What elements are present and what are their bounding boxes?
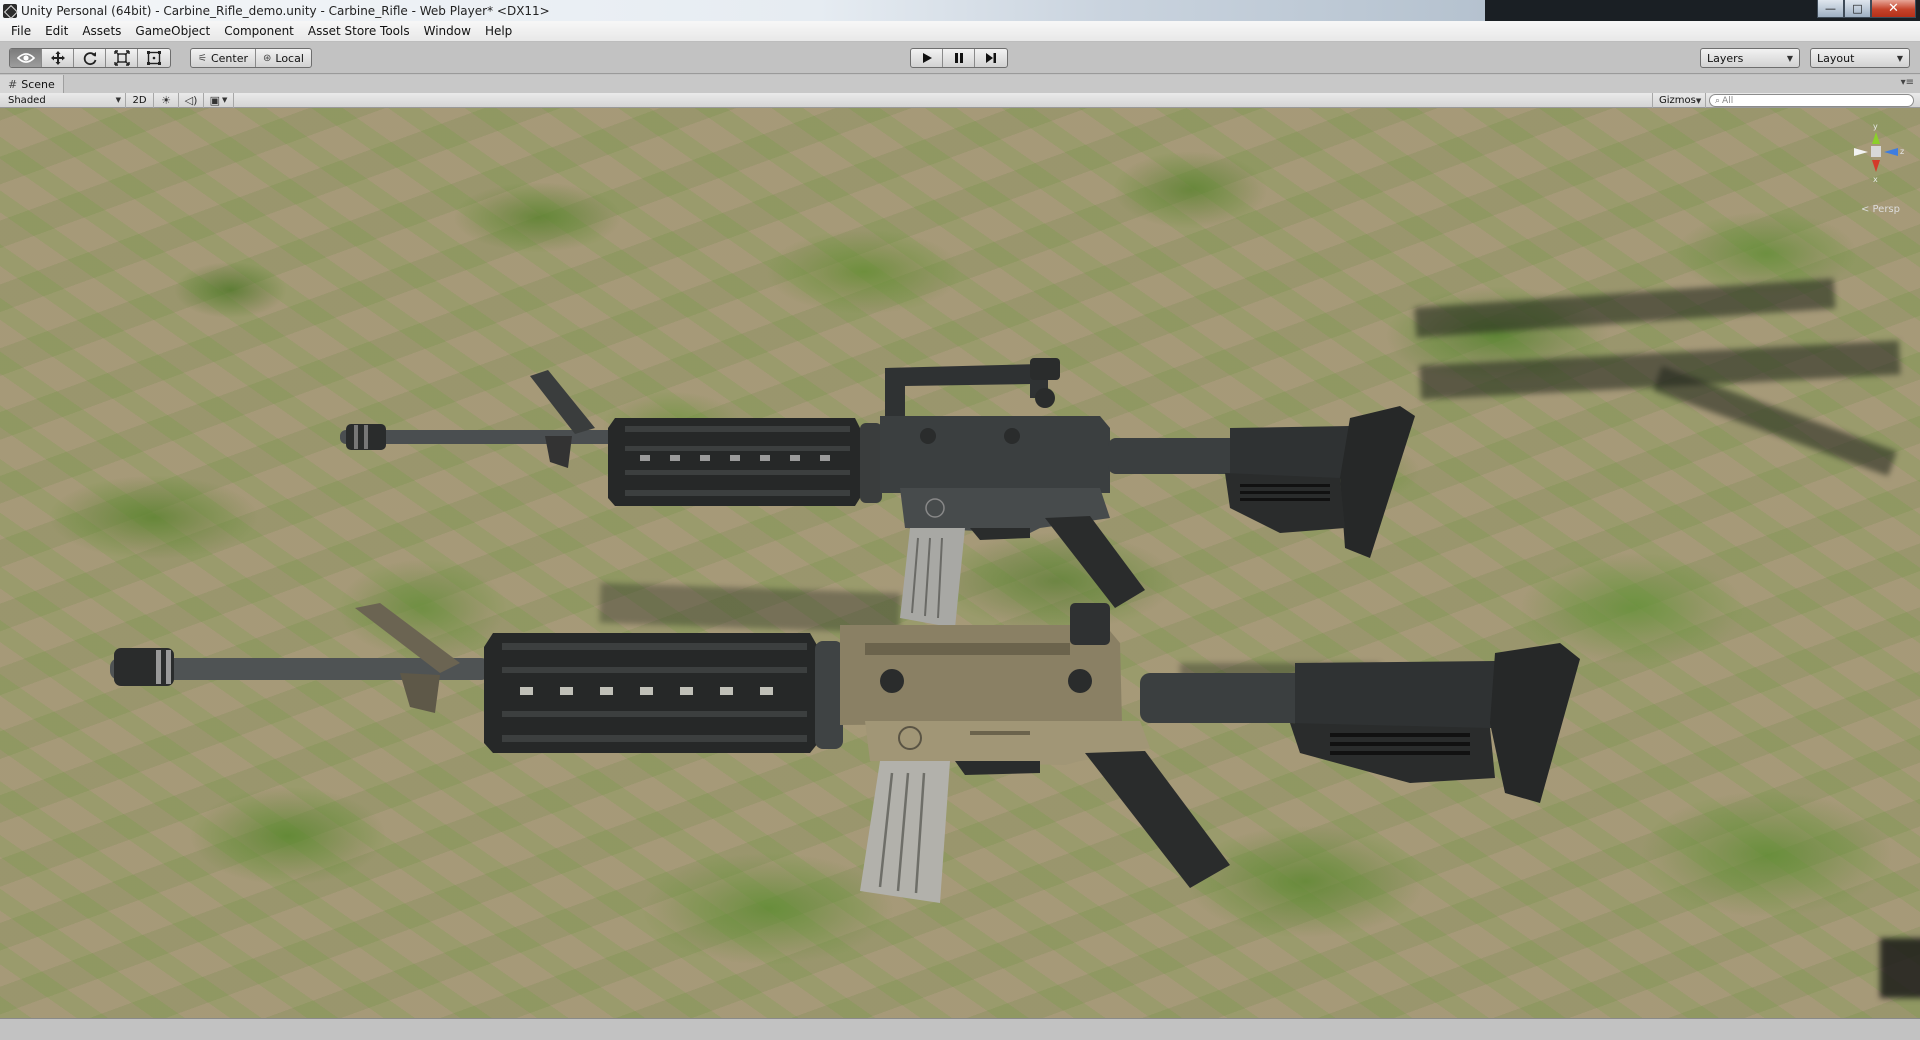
- speaker-icon: ◁): [184, 93, 198, 107]
- pivot-controls: ⚟ Center ⊛ Local: [190, 48, 312, 68]
- chevron-down-icon: ▼: [222, 96, 228, 104]
- axis-neg-x-cone[interactable]: [1854, 148, 1868, 156]
- window-controls: — □ ✕: [1817, 0, 1916, 19]
- tan-carbine-rifle-model[interactable]: [110, 603, 1710, 1018]
- main-toolbar: ⚟ Center ⊛ Local Layers ▼ Layout ▼: [0, 42, 1920, 74]
- center-cube[interactable]: [1871, 146, 1881, 157]
- minimize-button[interactable]: —: [1817, 0, 1844, 18]
- tab-scene[interactable]: # Scene: [0, 75, 64, 93]
- axis-z-label: z: [1900, 147, 1904, 156]
- title-area: Unity Personal (64bit) - Carbine_Rifle_d…: [0, 0, 1485, 21]
- layout-dropdown[interactable]: Layout ▼: [1810, 48, 1910, 68]
- pause-button[interactable]: [943, 49, 975, 67]
- scene-control-bar: Shaded ▼ 2D ☀ ◁) ▣ ▼ Gizmos ▼ ⌕ All: [0, 92, 1920, 108]
- scene-search-placeholder: All: [1722, 95, 1734, 106]
- shadow-decoration: [1880, 938, 1920, 998]
- chevron-down-icon: ▼: [1896, 53, 1903, 63]
- chevron-down-icon: ▼: [115, 96, 121, 104]
- axis-x-label: x: [1873, 175, 1878, 184]
- tab-menu-icon[interactable]: ▾≡: [1901, 77, 1914, 88]
- chevron-down-icon: ▼: [1786, 53, 1793, 63]
- unity-logo-icon: [3, 3, 17, 18]
- axis-x-cone[interactable]: [1872, 160, 1880, 172]
- menu-bar: File Edit Assets GameObject Component As…: [0, 21, 1920, 42]
- axis-y-cone[interactable]: [1872, 132, 1880, 144]
- menu-component[interactable]: Component: [217, 24, 301, 38]
- layers-dropdown[interactable]: Layers ▼: [1700, 48, 1800, 68]
- layout-label: Layout: [1817, 51, 1855, 65]
- toggle-2d-button[interactable]: 2D: [126, 92, 154, 108]
- rect-icon: [147, 51, 161, 65]
- move-tool-button[interactable]: [42, 49, 74, 67]
- audio-toggle-button[interactable]: ◁): [179, 92, 204, 108]
- rotate-tool-button[interactable]: [74, 49, 106, 67]
- window-title-bar: Unity Personal (64bit) - Carbine_Rifle_d…: [0, 0, 1920, 21]
- maximize-button[interactable]: □: [1844, 0, 1871, 18]
- draw-mode-dropdown[interactable]: Shaded ▼: [0, 92, 126, 108]
- transform-tools: [9, 48, 171, 68]
- projection-label[interactable]: < Persp: [1861, 204, 1900, 215]
- play-button[interactable]: [911, 49, 943, 67]
- scale-tool-button[interactable]: [106, 49, 138, 67]
- effects-dropdown[interactable]: ▣ ▼: [204, 92, 234, 108]
- eye-icon: [16, 53, 35, 63]
- sun-icon: ☀: [161, 93, 171, 107]
- draw-mode-label: Shaded: [8, 94, 46, 106]
- menu-gameobject[interactable]: GameObject: [128, 24, 217, 38]
- pivot-rotation-button[interactable]: ⊛ Local: [256, 49, 311, 67]
- scene-search-input[interactable]: ⌕ All: [1709, 94, 1914, 107]
- globe-icon: ⊛: [263, 52, 272, 64]
- rect-tool-button[interactable]: [138, 49, 170, 67]
- menu-window[interactable]: Window: [417, 24, 478, 38]
- toggle-2d-label: 2D: [132, 94, 147, 106]
- menu-asset-store-tools[interactable]: Asset Store Tools: [301, 24, 417, 38]
- lighting-toggle-button[interactable]: ☀: [154, 92, 179, 108]
- scene-tab-bar: # Scene ▾≡: [0, 75, 1920, 93]
- menu-edit[interactable]: Edit: [38, 24, 75, 38]
- status-bar: [0, 1018, 1920, 1040]
- rotate-icon: [83, 52, 96, 66]
- pause-icon: [954, 53, 963, 63]
- axis-y-label: y: [1873, 122, 1878, 131]
- menu-file[interactable]: File: [4, 24, 38, 38]
- chevron-down-icon: ▼: [1695, 96, 1702, 105]
- axis-z-cone[interactable]: [1884, 148, 1898, 156]
- menu-assets[interactable]: Assets: [75, 24, 128, 38]
- layers-label: Layers: [1707, 51, 1744, 65]
- gizmos-label: Gizmos: [1659, 95, 1696, 106]
- shadow-decoration: [1653, 366, 1897, 476]
- play-controls: [910, 48, 1008, 68]
- menu-help[interactable]: Help: [478, 24, 519, 38]
- pivot-mode-button[interactable]: ⚟ Center: [191, 49, 256, 67]
- move-icon: [50, 51, 65, 65]
- pivot-rotation-label: Local: [275, 51, 304, 65]
- image-icon: ▣: [209, 93, 221, 107]
- close-button[interactable]: ✕: [1871, 0, 1916, 18]
- scene-viewport[interactable]: y z x < Persp: [0, 108, 1920, 1018]
- scene-hash-icon: #: [8, 77, 18, 91]
- step-button[interactable]: [975, 49, 1007, 67]
- scene-tab-label: Scene: [21, 77, 55, 91]
- scale-icon: [113, 50, 130, 66]
- window-title: Unity Personal (64bit) - Carbine_Rifle_d…: [21, 3, 550, 18]
- play-icon: [922, 53, 932, 63]
- pivot-mode-label: Center: [210, 51, 248, 65]
- hand-view-tool-button[interactable]: [10, 49, 42, 67]
- pivot-center-icon: ⚟: [198, 52, 207, 64]
- gizmos-dropdown[interactable]: Gizmos ▼: [1652, 93, 1706, 108]
- step-icon: [986, 53, 996, 63]
- scene-orientation-gizmo[interactable]: y z x: [1846, 120, 1906, 200]
- search-icon: ⌕: [1715, 95, 1721, 106]
